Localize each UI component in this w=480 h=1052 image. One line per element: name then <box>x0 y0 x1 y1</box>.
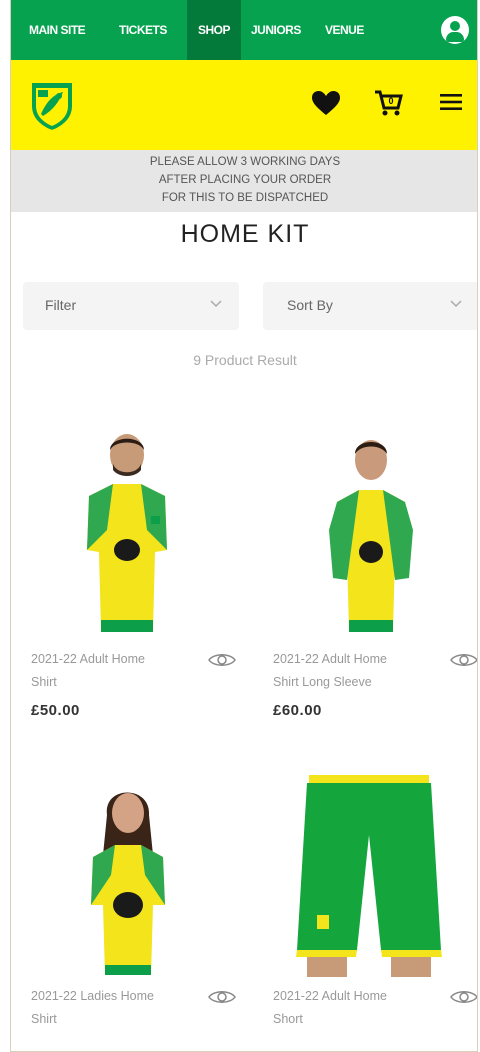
product-card[interactable]: 2021-22 Adult Home Shirt Long Sleeve £60… <box>259 430 478 730</box>
product-image[interactable] <box>259 775 478 980</box>
product-name[interactable]: 2021-22 Ladies Home Shirt <box>31 985 191 1031</box>
cart-icon[interactable]: 0 <box>373 88 403 118</box>
eye-icon[interactable] <box>449 650 478 670</box>
product-price: £50.00 <box>31 702 80 719</box>
chevron-down-icon <box>210 300 222 308</box>
product-name-line: Short <box>273 1012 303 1026</box>
product-name-line: 2021-22 Adult Home <box>273 652 387 666</box>
notice-line: PLEASE ALLOW 3 WORKING DAYS <box>149 156 341 168</box>
eye-icon[interactable] <box>207 650 237 670</box>
account-icon[interactable] <box>441 16 469 44</box>
page-title: HOME KIT <box>180 220 310 248</box>
product-card[interactable]: 2021-22 Ladies Home Shirt <box>17 775 237 1045</box>
product-name-line: 2021-22 Adult Home <box>273 989 387 1003</box>
notice-line: AFTER PLACING YOUR ORDER <box>158 174 332 186</box>
product-name-line: 2021-22 Ladies Home <box>31 989 154 1003</box>
product-image[interactable] <box>259 430 478 635</box>
cart-count: 0 <box>388 96 393 106</box>
chevron-down-icon <box>450 300 462 308</box>
eye-icon[interactable] <box>449 987 478 1007</box>
product-name[interactable]: 2021-22 Adult Home Shirt <box>31 648 191 694</box>
product-name-line: Shirt <box>31 675 57 689</box>
nav-venue[interactable]: VENUE <box>325 0 385 60</box>
product-card[interactable]: 2021-22 Adult Home Shirt £50.00 <box>17 430 237 730</box>
menu-icon[interactable] <box>439 92 463 112</box>
nav-tickets[interactable]: TICKETS <box>119 0 187 60</box>
product-name-line: 2021-22 Adult Home <box>31 652 145 666</box>
product-name[interactable]: 2021-22 Adult Home Shirt Long Sleeve <box>273 648 433 694</box>
nav-main-site[interactable]: MAIN SITE <box>29 0 119 60</box>
filter-dropdown[interactable]: Filter <box>23 282 239 330</box>
top-navigation: MAIN SITE TICKETS SHOP JUNIORS VENUE <box>11 0 477 60</box>
crest-logo[interactable] <box>29 80 75 132</box>
product-name-line: Shirt <box>31 1012 57 1026</box>
nav-shop[interactable]: SHOP <box>187 0 241 60</box>
app-frame: MAIN SITE TICKETS SHOP JUNIORS VENUE 0 P… <box>10 0 478 1052</box>
sort-dropdown[interactable]: Sort By <box>263 282 477 330</box>
product-name-line: Shirt Long Sleeve <box>273 675 372 689</box>
product-image[interactable] <box>17 775 237 980</box>
product-name[interactable]: 2021-22 Adult Home Short <box>273 985 433 1031</box>
sort-label: Sort By <box>287 297 333 313</box>
notice-line: FOR THIS TO BE DISPATCHED <box>161 192 329 204</box>
nav-juniors[interactable]: JUNIORS <box>251 0 319 60</box>
product-card[interactable]: 2021-22 Adult Home Short <box>259 775 478 1045</box>
product-result-count: 9 Product Result <box>193 352 297 368</box>
eye-icon[interactable] <box>207 987 237 1007</box>
site-header: 0 <box>11 60 477 150</box>
product-price: £60.00 <box>273 702 322 719</box>
dispatch-notice: PLEASE ALLOW 3 WORKING DAYS AFTER PLACIN… <box>11 150 477 212</box>
filter-label: Filter <box>45 297 77 313</box>
product-image[interactable] <box>17 430 237 635</box>
heart-icon[interactable] <box>311 90 341 116</box>
